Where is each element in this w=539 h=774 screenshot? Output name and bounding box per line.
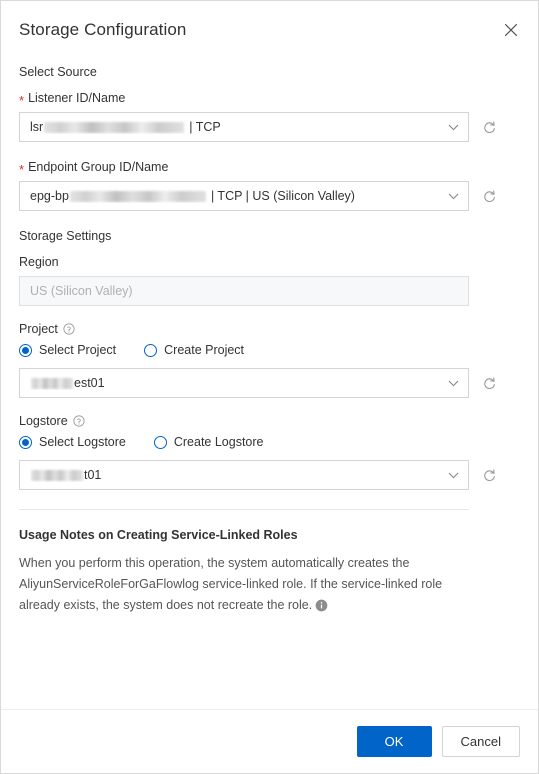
radio-mark (144, 343, 158, 357)
dialog-body: Select Source * Listener ID/Name lsr | T… (1, 65, 538, 616)
required-marker: * (19, 92, 25, 108)
chevron-down-icon (448, 120, 459, 134)
listener-label-text: Listener ID/Name (28, 91, 126, 105)
region-label-text: Region (19, 255, 59, 269)
select-source-section-label: Select Source (19, 65, 97, 79)
usage-notes-body-wrap: When you perform this operation, the sys… (19, 553, 467, 616)
region-input: US (Silicon Valley) (19, 276, 469, 306)
endpoint-group-value-prefix: epg-bp (30, 189, 69, 203)
project-radio-group: Select Project Create Project (19, 343, 520, 357)
listener-select[interactable]: lsr | TCP (19, 112, 469, 142)
storage-settings-section-label: Storage Settings (19, 229, 112, 243)
chevron-down-icon (448, 189, 459, 203)
radio-select-logstore[interactable]: Select Logstore (19, 435, 126, 449)
logstore-label-text: Logstore (19, 414, 68, 428)
redacted-text (31, 377, 73, 389)
radio-mark (153, 435, 167, 449)
info-circle-icon[interactable] (315, 599, 328, 612)
section-divider (19, 509, 469, 510)
project-row: est01 (19, 368, 520, 398)
listener-value-suffix: | TCP (189, 120, 221, 134)
endpoint-group-row: epg-bp | TCP | US (Silicon Valley) (19, 181, 520, 211)
project-select[interactable]: est01 (19, 368, 469, 398)
listener-id-name-label: * Listener ID/Name (19, 91, 520, 108)
logstore-refresh-icon[interactable] (481, 467, 497, 483)
project-label: Project (19, 322, 520, 336)
endpoint-group-select-value: epg-bp | TCP | US (Silicon Valley) (30, 189, 355, 203)
project-value-suffix: est01 (74, 376, 105, 390)
ok-button[interactable]: OK (356, 726, 432, 757)
endpoint-group-id-name-label: * Endpoint Group ID/Name (19, 160, 520, 177)
redacted-text (31, 469, 83, 481)
logstore-row: t01 (19, 460, 520, 490)
dialog-footer: OK Cancel (1, 709, 538, 773)
logstore-label: Logstore (19, 414, 520, 428)
listener-value-prefix: lsr (30, 120, 44, 134)
listener-row: lsr | TCP (19, 112, 520, 142)
question-circle-icon[interactable] (73, 415, 85, 427)
redacted-text (69, 190, 206, 202)
required-marker: * (19, 161, 25, 177)
cancel-button[interactable]: Cancel (441, 726, 520, 757)
radio-mark (19, 343, 32, 357)
region-label: Region (19, 255, 520, 269)
endpoint-group-select[interactable]: epg-bp | TCP | US (Silicon Valley) (19, 181, 469, 211)
chevron-down-icon (448, 468, 459, 482)
usage-notes-title: Usage Notes on Creating Service-Linked R… (19, 528, 298, 542)
endpoint-group-label-text: Endpoint Group ID/Name (28, 160, 169, 174)
project-label-text: Project (19, 322, 58, 336)
project-refresh-icon[interactable] (481, 375, 497, 391)
endpoint-group-refresh-icon[interactable] (481, 188, 497, 204)
logstore-select-value: t01 (30, 468, 101, 482)
listener-refresh-icon[interactable] (481, 119, 497, 135)
radio-mark (19, 435, 32, 449)
project-select-value: est01 (30, 376, 105, 390)
page-title: Storage Configuration (19, 20, 187, 39)
radio-create-logstore[interactable]: Create Logstore (153, 435, 264, 449)
logstore-select[interactable]: t01 (19, 460, 469, 490)
radio-create-project[interactable]: Create Project (144, 343, 244, 357)
redacted-text (44, 121, 185, 133)
endpoint-group-value-suffix: | TCP | US (Silicon Valley) (210, 189, 355, 203)
logstore-value-suffix: t01 (84, 468, 102, 482)
region-value: US (Silicon Valley) (30, 284, 133, 298)
usage-notes-body: When you perform this operation, the sys… (19, 556, 443, 612)
radio-select-logstore-label: Select Logstore (39, 435, 126, 449)
listener-select-value: lsr | TCP (30, 120, 221, 134)
question-circle-icon[interactable] (63, 323, 75, 335)
close-icon[interactable] (500, 19, 522, 41)
logstore-radio-group: Select Logstore Create Logstore (19, 435, 520, 449)
dialog-header: Storage Configuration (1, 1, 538, 59)
storage-configuration-dialog: Storage Configuration Select Source * Li… (0, 0, 539, 774)
region-row: US (Silicon Valley) (19, 276, 520, 306)
radio-select-project-label: Select Project (39, 343, 117, 357)
radio-select-project[interactable]: Select Project (19, 343, 116, 357)
radio-create-project-label: Create Project (164, 343, 245, 357)
chevron-down-icon (448, 376, 459, 390)
radio-create-logstore-label: Create Logstore (173, 435, 264, 449)
